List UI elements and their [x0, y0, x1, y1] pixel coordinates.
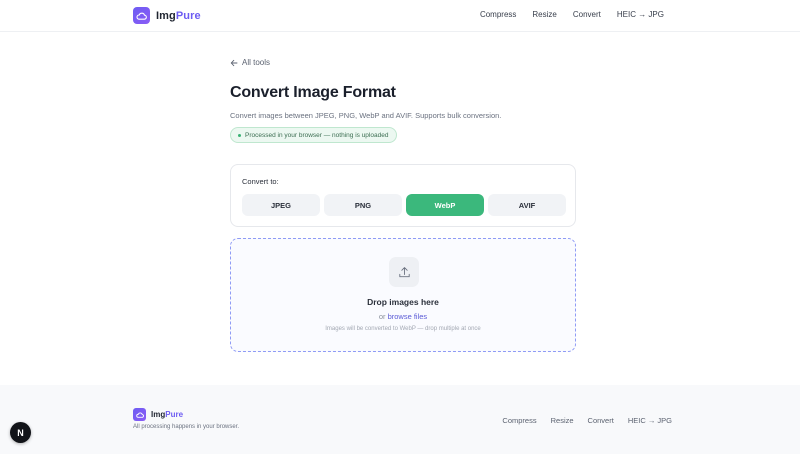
- footer-tagline: All processing happens in your browser.: [133, 424, 240, 430]
- dropzone-note: Images will be converted to WebP — drop …: [325, 326, 481, 332]
- nav-heic-to-jpg[interactable]: HEIC → JPG: [617, 10, 664, 19]
- back-link-label: All tools: [242, 58, 271, 67]
- convert-to-label: Convert to:: [242, 177, 279, 186]
- footer-nav: Compress Resize Convert HEIC → JPG: [488, 416, 672, 425]
- site-footer: ImgPure All processing happens in your b…: [0, 385, 800, 454]
- top-nav: Compress Resize Convert HEIC → JPG: [464, 10, 664, 19]
- brand-name: ImgPure: [156, 9, 201, 22]
- nav-resize[interactable]: Resize: [532, 10, 556, 19]
- privacy-badge: Processed in your browser — nothing is u…: [230, 127, 398, 143]
- footer-nav-compress[interactable]: Compress: [502, 416, 536, 425]
- format-avif-button[interactable]: AVIF: [488, 194, 566, 216]
- dropzone-browse: or browse files: [378, 312, 428, 321]
- brand-logo-link[interactable]: ImgPure: [133, 7, 201, 24]
- back-link[interactable]: All tools: [230, 58, 576, 67]
- footer-brand-name: ImgPure: [151, 410, 184, 419]
- cloud-logo-icon: [133, 408, 146, 421]
- privacy-badge-text: Processed in your browser — nothing is u…: [245, 131, 389, 139]
- top-header: ImgPure Compress Resize Convert HEIC → J…: [0, 0, 800, 32]
- footer-nav-heic-to-jpg[interactable]: HEIC → JPG: [628, 416, 672, 425]
- format-jpeg-button[interactable]: JPEG: [242, 194, 320, 216]
- nav-compress[interactable]: Compress: [480, 10, 516, 19]
- browse-files-link[interactable]: browse files: [388, 312, 428, 321]
- dev-tools-badge[interactable]: N: [10, 422, 31, 443]
- dropzone-title: Drop images here: [367, 297, 439, 307]
- arrow-left-icon: [230, 59, 238, 67]
- footer-nav-resize[interactable]: Resize: [551, 416, 574, 425]
- cloud-logo-icon: [133, 7, 150, 24]
- dot-icon: [238, 133, 241, 137]
- format-options: JPEG PNG WebP AVIF: [242, 194, 566, 216]
- format-selector-card: Convert to: JPEG PNG WebP AVIF: [230, 164, 576, 227]
- nav-convert[interactable]: Convert: [573, 10, 601, 19]
- upload-icon: [389, 257, 419, 287]
- format-png-button[interactable]: PNG: [324, 194, 402, 216]
- footer-nav-convert[interactable]: Convert: [588, 416, 614, 425]
- page-title: Convert Image Format: [230, 84, 396, 101]
- main-content: All tools Convert Image Format Convert i…: [230, 58, 576, 352]
- file-dropzone[interactable]: Drop images here or browse files Images …: [230, 238, 576, 352]
- page-subtitle: Convert images between JPEG, PNG, WebP a…: [230, 111, 502, 120]
- footer-brand[interactable]: ImgPure: [133, 408, 183, 421]
- format-webp-button[interactable]: WebP: [406, 194, 484, 216]
